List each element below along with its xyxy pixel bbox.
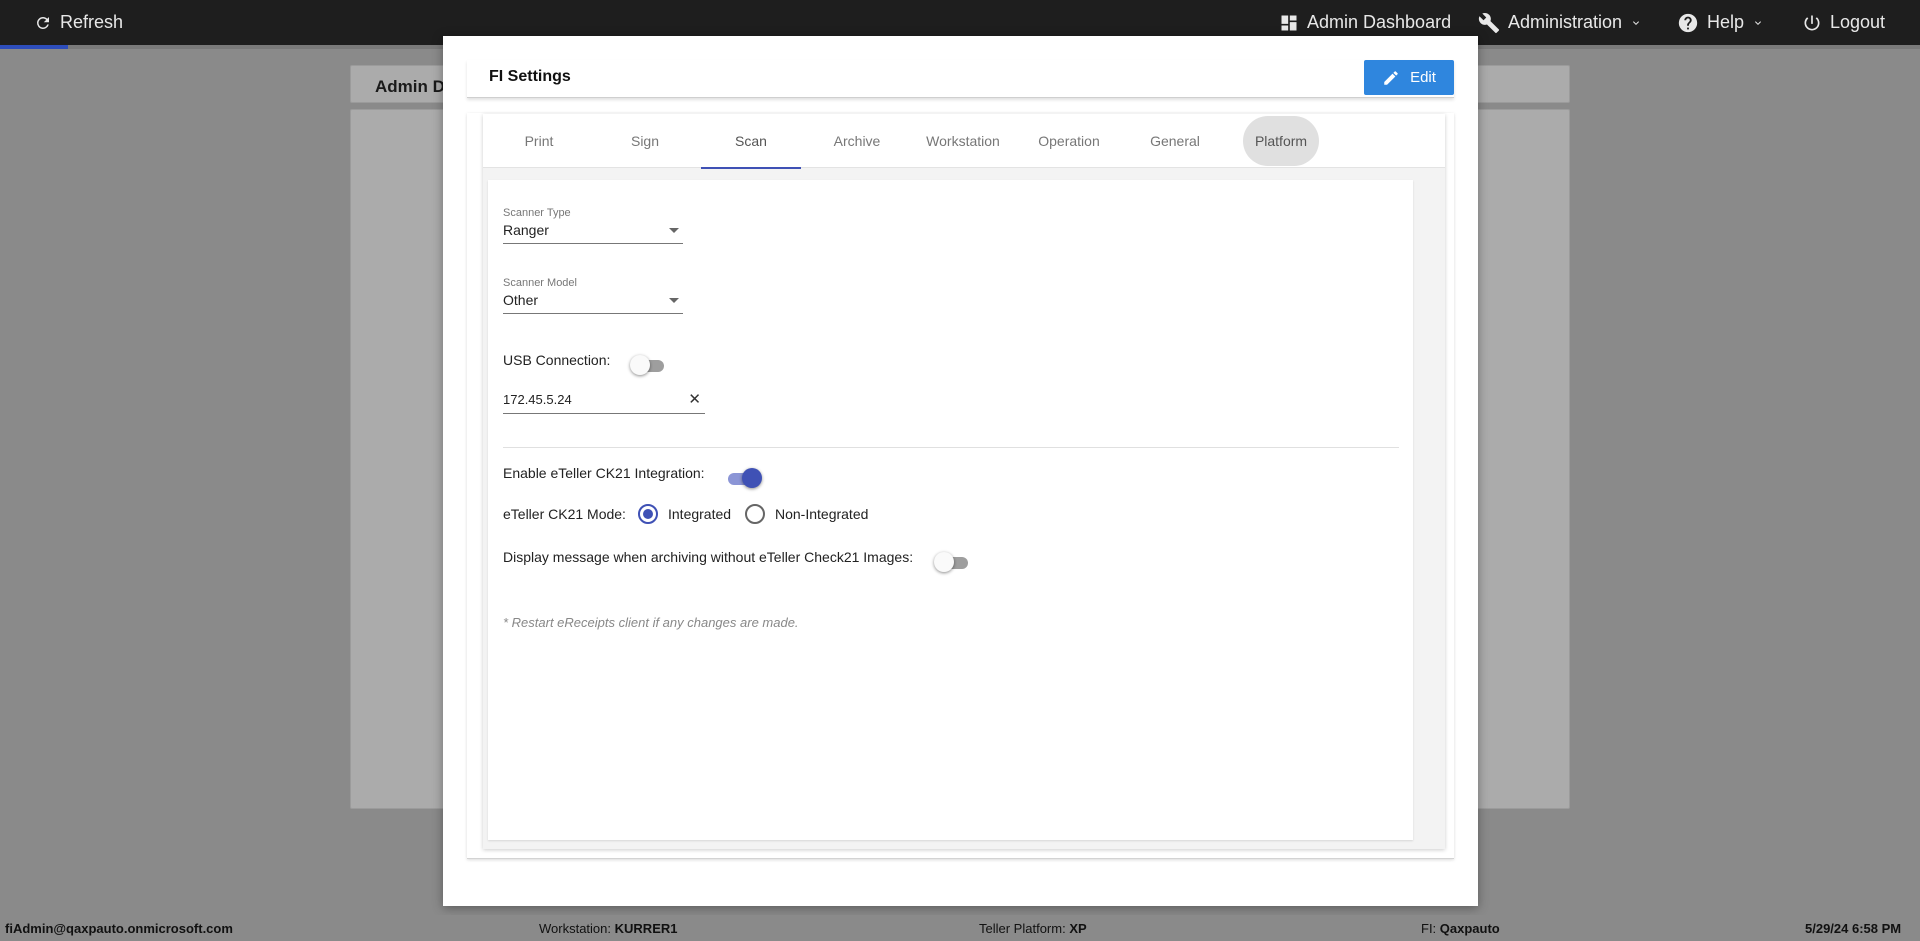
help-icon [1678,13,1698,32]
restart-note: * Restart eReceipts client if any change… [503,615,799,630]
fi-settings-dialog: FI Settings Edit Print Sign Scan Archive… [443,36,1478,906]
usb-connection-label: USB Connection: [503,352,611,368]
edit-label: Edit [1410,69,1436,86]
clear-icon[interactable]: ✕ [688,390,701,408]
scanner-type-select[interactable]: Ranger [503,220,683,244]
tab-print[interactable]: Print [489,114,589,168]
scanner-model-label: Scanner Model [503,277,577,289]
refresh-button[interactable]: Refresh [34,0,123,45]
display-message-label: Display message when archiving without e… [503,549,914,565]
refresh-icon [36,16,49,29]
toggle-thumb [934,552,954,572]
scan-settings-panel: Scanner Type Ranger Scanner Model Other … [488,180,1413,840]
help-label: Help [1707,12,1745,32]
scanner-model-select[interactable]: Other [503,290,683,314]
administration-menu[interactable]: Administration [1478,0,1642,45]
toggle-thumb [742,468,762,488]
refresh-label: Refresh [60,12,124,32]
mode-non-integrated-radio[interactable] [745,504,765,524]
background-page-title: Admin D [375,77,445,96]
status-user-value: fiAdmin@qaxpauto.onmicrosoft.com [5,921,233,936]
tab-archive[interactable]: Archive [807,114,907,168]
status-user: fiAdmin@qaxpauto.onmicrosoft.com [5,921,233,936]
scanner-type-value: Ranger [503,222,549,238]
tab-platform[interactable]: Platform [1231,114,1331,168]
scanner-model-value: Other [503,292,539,308]
display-message-toggle[interactable] [934,552,970,572]
section-divider [503,447,1399,448]
ck21-mode-label: eTeller CK21 Mode: [503,506,626,522]
status-datetime-value: 5/29/24 6:58 PM [1805,921,1902,936]
status-fi-label: FI: [1421,921,1437,936]
administration-label: Administration [1508,12,1623,32]
dashboard-icon [1281,15,1297,30]
logout-button[interactable]: Logout [1802,0,1885,45]
mode-non-integrated-label[interactable]: Non-Integrated [775,506,868,522]
wrench-icon [1478,12,1500,33]
status-fi-value: Qaxpauto [1439,921,1500,936]
tab-scan[interactable]: Scan [701,114,801,169]
tab-sign[interactable]: Sign [595,114,695,168]
ck21-integration-label: Enable eTeller CK21 Integration: [503,465,705,481]
ck21-integration-toggle[interactable] [726,468,762,488]
tab-general[interactable]: General [1125,114,1225,168]
dropdown-arrow-icon [669,228,679,233]
dialog-title: FI Settings [489,68,571,85]
status-workstation: Workstation: KURRER1 [539,921,677,936]
status-fi: FI: Qaxpauto [1421,921,1500,936]
chevron-down-icon [1755,20,1762,25]
pencil-icon [1384,70,1398,85]
power-icon [1804,15,1820,30]
admin-dashboard-label: Admin Dashboard [1307,12,1452,32]
status-datetime: 5/29/24 6:58 PM [1805,921,1901,936]
status-teller-platform: Teller Platform: XP [979,921,1087,936]
status-teller-platform-label: Teller Platform: [979,921,1066,936]
settings-tabs: Print Sign Scan Archive Workstation Oper… [483,114,1445,169]
toggle-thumb [630,355,650,375]
scanner-type-label: Scanner Type [503,207,571,219]
usb-connection-toggle[interactable] [630,355,666,375]
ip-address-input[interactable]: 172.45.5.24 ✕ [503,390,705,414]
chevron-down-icon [1633,20,1640,25]
help-menu[interactable]: Help [1677,0,1764,45]
logout-label: Logout [1830,12,1886,32]
dropdown-arrow-icon [669,298,679,303]
dialog-header: FI Settings [467,60,1454,98]
mode-integrated-label[interactable]: Integrated [668,506,731,522]
status-teller-platform-value: XP [1069,921,1087,936]
status-bar: fiAdmin@qaxpauto.onmicrosoft.com Worksta… [0,915,1920,941]
status-workstation-label: Workstation: [539,921,612,936]
tab-operation[interactable]: Operation [1019,114,1119,168]
ip-address-value: 172.45.5.24 [503,392,572,407]
edit-button[interactable]: Edit [1364,60,1454,95]
status-workstation-value: KURRER1 [614,921,678,936]
topbar-accent [0,45,68,49]
mode-integrated-radio[interactable] [638,504,658,524]
tab-workstation[interactable]: Workstation [913,114,1013,168]
